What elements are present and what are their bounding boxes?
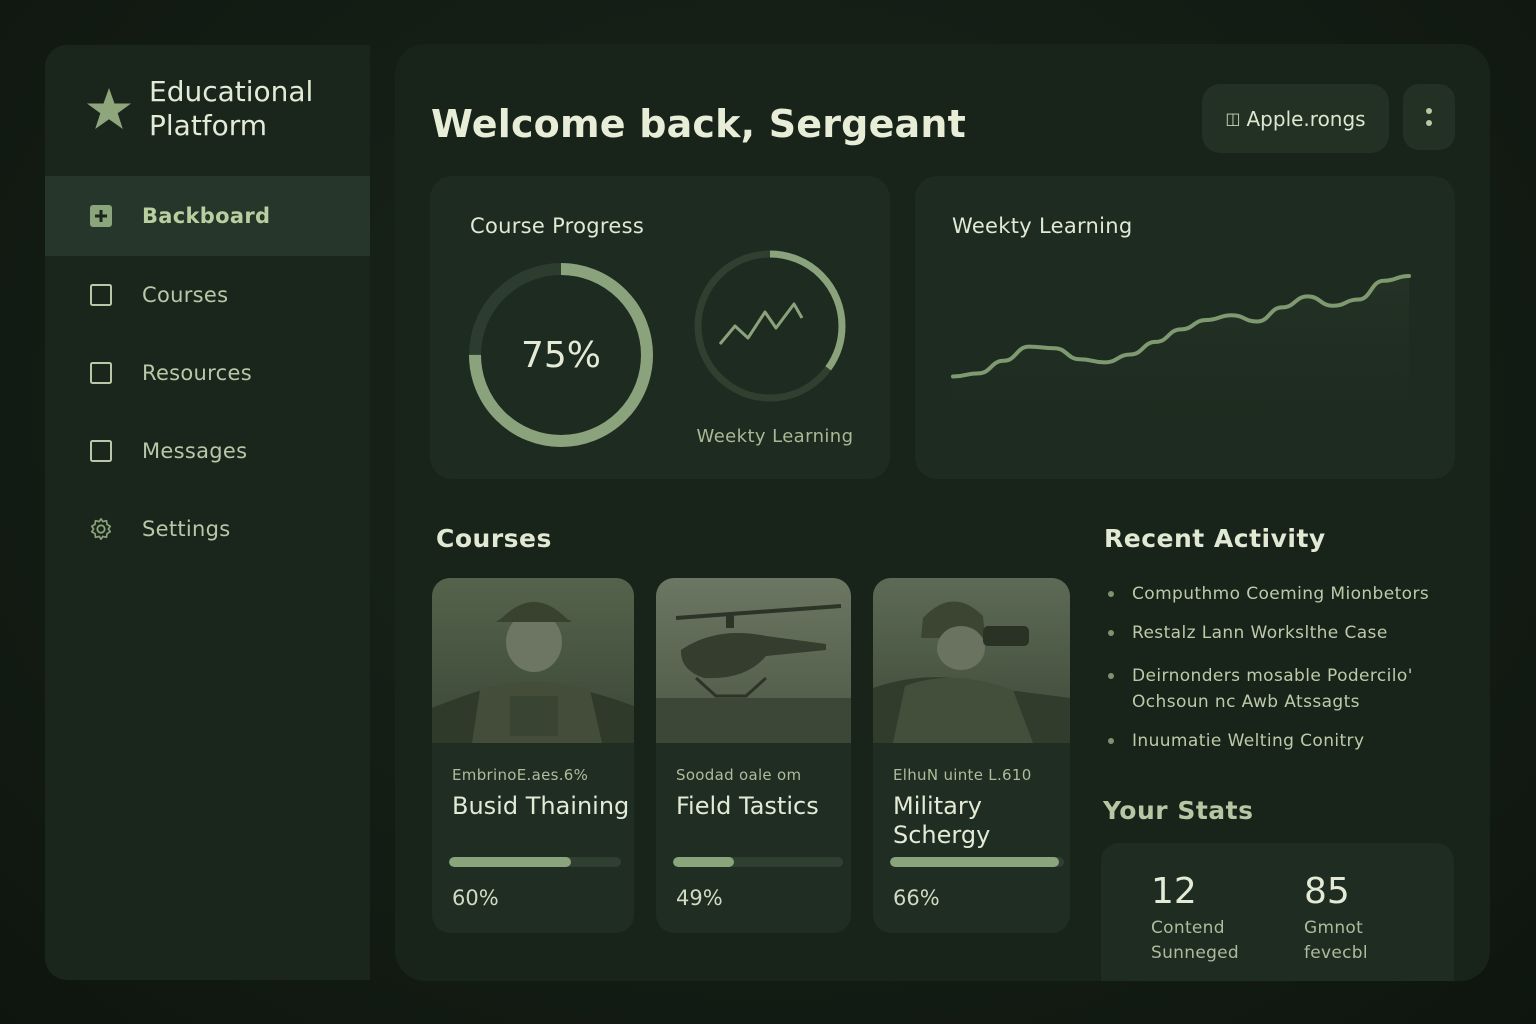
stat-value: 85 (1304, 871, 1350, 912)
soldier-portrait-image (432, 578, 634, 743)
stat-label: Gmnot fevecbl (1304, 918, 1368, 963)
stat-value: 12 (1151, 871, 1197, 912)
page-title: Welcome back, Sergeant (431, 102, 967, 146)
your-stats-title: Your Stats (1103, 796, 1254, 825)
recent-activity-title: Recent Activity (1104, 524, 1326, 553)
course-progress-fill (449, 857, 572, 867)
course-percent: 60% (452, 886, 499, 910)
recent-activity-list: Computhmo Coeming Mionbetors Restalz Lan… (1104, 581, 1474, 767)
star-icon (87, 88, 131, 129)
course-subtitle: EmbrinoE.aes.6% (452, 766, 589, 784)
course-card-busid-thaining[interactable]: EmbrinoE.aes.6% Busid Thaining 60% (432, 578, 634, 933)
course-progress-fill (673, 857, 735, 867)
activity-item[interactable]: Inuumatie Welting Conitry (1104, 728, 1474, 754)
weekly-learning-card: Weekty Learning (915, 176, 1455, 479)
sidebar-item-resources[interactable]: Resources (45, 334, 370, 412)
course-card-field-tastics[interactable]: Soodad oale om Field Tastics 49% (656, 578, 851, 933)
square-icon (89, 361, 113, 385)
gear-icon (89, 517, 113, 541)
sidebar-item-label: Resources (142, 361, 252, 385)
courses-title: Courses (436, 524, 552, 553)
course-progress-card: Course Progress 75% Weekty Learning (430, 176, 890, 479)
kebab-dot (1426, 108, 1432, 114)
brand[interactable]: Educational Platform (85, 75, 349, 143)
course-progress-title: Course Progress (470, 214, 645, 238)
course-name: Military Schergy (893, 792, 991, 849)
activity-item[interactable]: Computhmo Coeming Mionbetors (1104, 581, 1474, 607)
stat-item: 85 Gmnot fevecbl (1304, 871, 1414, 966)
sidebar-item-messages[interactable]: Messages (45, 412, 370, 490)
stat-label: Contend Sunneged (1151, 918, 1240, 963)
square-icon (89, 439, 113, 463)
sidebar-nav: Backboard Courses Resources Messages Set… (45, 176, 370, 568)
sidebar-item-label: Courses (142, 283, 229, 307)
course-progress-bar (449, 857, 621, 867)
book-icon: ◫ (1225, 109, 1241, 128)
weekly-learning-ring-label: Weekty Learning (696, 426, 854, 447)
activity-item[interactable]: Deirnonders mosable Podercilo' Ochsoun n… (1104, 663, 1474, 715)
square-icon (89, 283, 113, 307)
helicopter-image (656, 578, 851, 743)
stats-card: 12 Contend Sunneged 85 Gmnot fevecbl (1101, 843, 1454, 981)
kebab-menu-button[interactable] (1403, 84, 1455, 150)
course-card-military-schergy[interactable]: ElhuN uinte L.610 Military Schergy 66% (873, 578, 1070, 933)
sidebar-item-backboard[interactable]: Backboard (45, 176, 370, 256)
course-progress-bar (673, 857, 843, 867)
sidebar-item-courses[interactable]: Courses (45, 256, 370, 334)
app-title: Educational Platform (149, 75, 314, 142)
sidebar-item-label: Messages (142, 439, 248, 463)
sidebar-item-settings[interactable]: Settings (45, 490, 370, 568)
course-percent: 66% (893, 886, 940, 910)
weekly-learning-ring (694, 250, 846, 402)
stat-item: 12 Contend Sunneged (1151, 871, 1261, 966)
course-progress-bar (890, 857, 1064, 867)
course-subtitle: Soodad oale om (676, 766, 802, 784)
trend-glyph-icon (718, 302, 804, 345)
soldier-binoculars-image (873, 578, 1070, 743)
sidebar-item-label: Backboard (142, 204, 271, 228)
app-frame: Educational Platform Backboard Courses R… (0, 0, 1536, 1024)
account-button[interactable]: ◫ Apple.rongs (1202, 84, 1389, 153)
sidebar: Educational Platform Backboard Courses R… (45, 45, 370, 980)
course-subtitle: ElhuN uinte L.610 (893, 766, 1032, 784)
main-panel: Welcome back, Sergeant ◫ Apple.rongs Cou… (395, 44, 1490, 981)
activity-item[interactable]: Restalz Lann Workslthe Case (1104, 620, 1474, 646)
sidebar-item-label: Settings (142, 517, 231, 541)
course-progress-fill (890, 857, 1059, 867)
plus-square-icon (89, 204, 113, 228)
progress-percent: 75% (520, 334, 601, 376)
account-label: Apple.rongs (1246, 106, 1366, 131)
weekly-learning-title: Weekty Learning (952, 214, 1133, 238)
course-name: Field Tastics (676, 792, 819, 820)
weekly-learning-chart (951, 273, 1411, 456)
kebab-dot (1426, 120, 1432, 126)
course-percent: 49% (676, 886, 723, 910)
course-name: Busid Thaining (452, 792, 630, 820)
